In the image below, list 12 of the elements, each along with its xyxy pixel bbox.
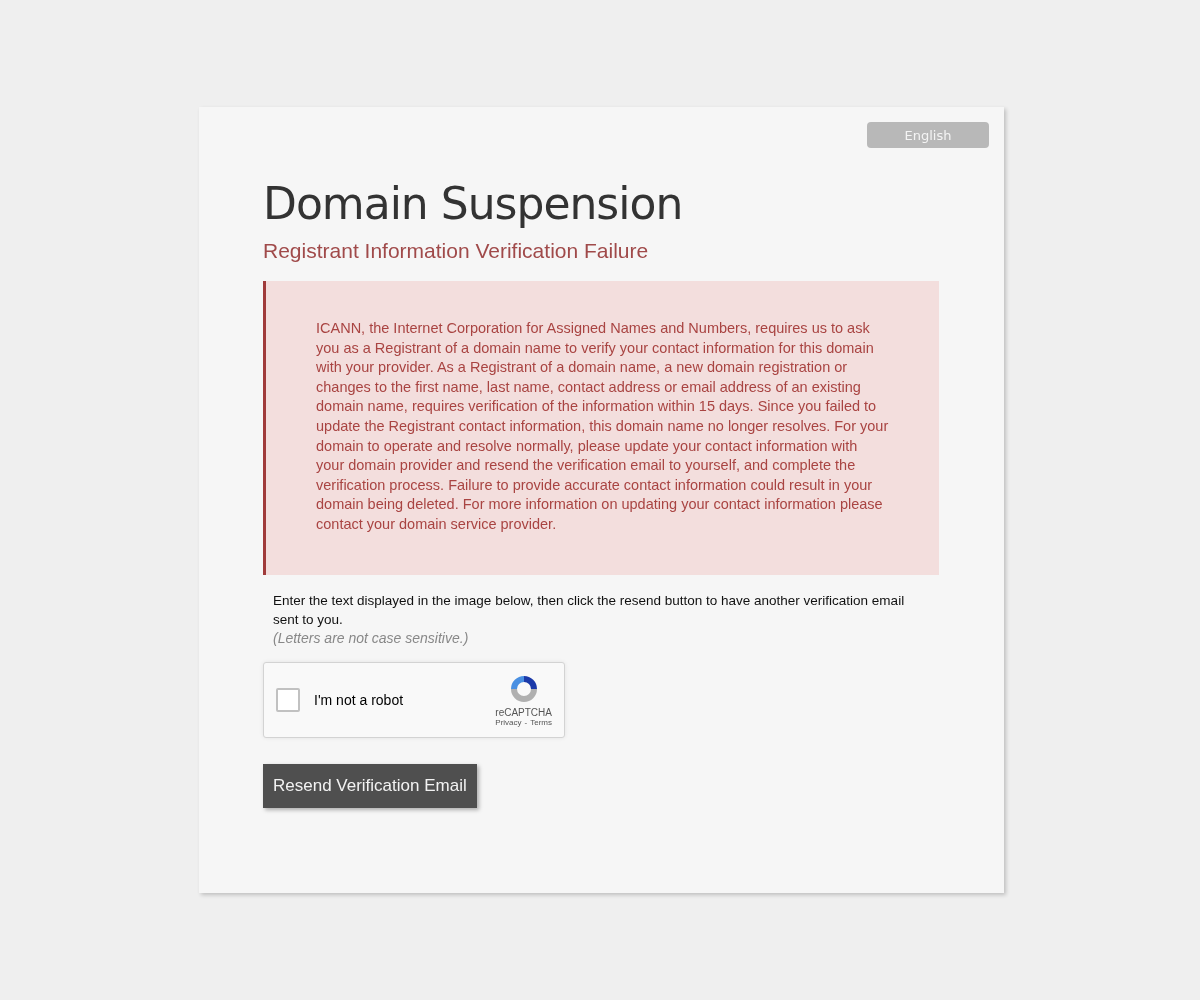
captcha-label: I'm not a robot [314, 691, 405, 708]
case-note: (Letters are not case sensitive.) [273, 628, 470, 648]
alert-message: ICANN, the Internet Corporation for Assigned Names and Numbers, requires us to ask you as a Registrant of a domain name to verify your contact information for this domain with your provider. As a Registrant of a domain name, a new domain registration or changes to the first name, last name, contact address or email address of an existing domain name, requires verification of the information within 15 days. Since you failed to update the Registrant contact information, this domain name no longer resolves. For your domain to operate and resolve normally, please update your contact information with your domain provider and resend the verification email to yourself, and complete the verification process. Failure to provide accurate contact information could result in your domain being deleted. For more information on updating your contact information please contact your domain service provider. [316, 319, 889, 534]
page-subtitle: Registrant Information Verification Failure [263, 239, 650, 263]
captcha-checkbox[interactable] [276, 687, 300, 712]
captcha-brand: reCAPTCHA [495, 706, 552, 718]
link-separator: - [524, 717, 528, 727]
instructions-text: Enter the text displayed in the image below, then click the resend button to have another verification email sent to you. [273, 591, 906, 629]
page-title: Domain Suspension [263, 178, 684, 229]
privacy-link[interactable]: Privacy [495, 717, 522, 727]
resend-button[interactable]: Resend Verification Email [263, 763, 477, 808]
terms-link[interactable]: Terms [530, 717, 552, 727]
